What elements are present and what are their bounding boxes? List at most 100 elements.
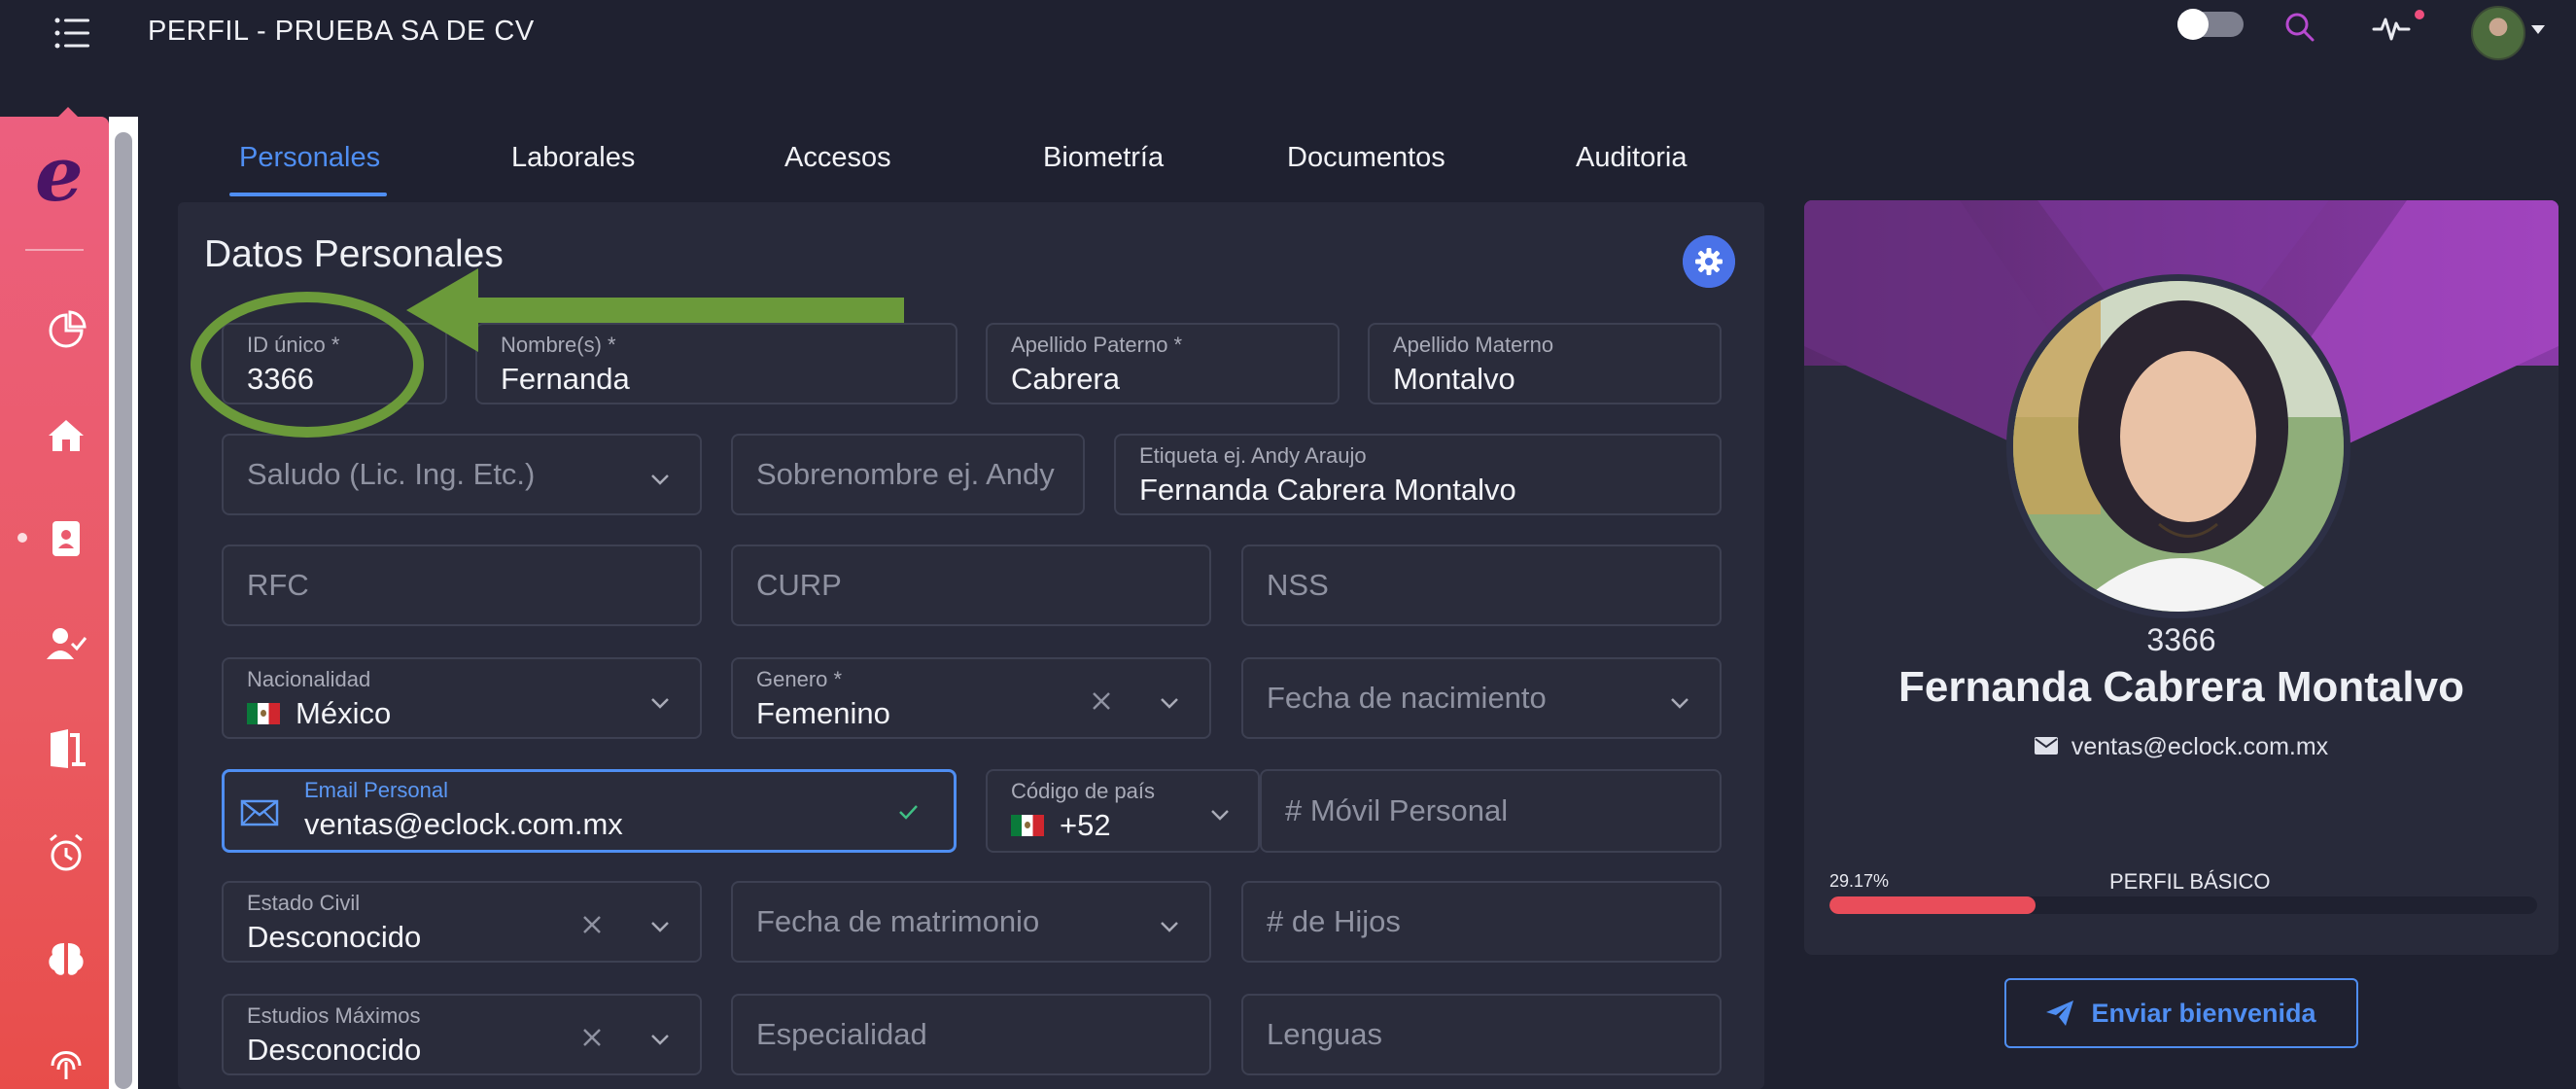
tab-auditoria[interactable]: Auditoria	[1576, 142, 1687, 200]
theme-toggle[interactable]	[2177, 9, 2244, 40]
profile-name: Fernanda Cabrera Montalvo	[1898, 663, 2464, 711]
saludo-select[interactable]: Saludo (Lic. Ing. Etc.)	[222, 434, 702, 515]
door-exit-icon[interactable]	[43, 725, 89, 772]
tab-accesos[interactable]: Accesos	[784, 142, 891, 200]
fingerprint-icon[interactable]	[43, 1036, 89, 1083]
field-value: Femenino	[756, 696, 890, 730]
apellido-paterno-field[interactable]: Apellido Paterno * Cabrera	[986, 323, 1340, 404]
chevron-down-icon	[1211, 810, 1229, 821]
profile-email: ventas@eclock.com.mx	[1804, 733, 2559, 761]
chevron-down-icon	[1161, 698, 1178, 709]
field-placeholder: Fecha de nacimiento	[1267, 681, 1547, 715]
lenguas-field[interactable]: Lenguas	[1241, 994, 1722, 1075]
send-welcome-label: Enviar bienvenida	[2091, 998, 2316, 1028]
chevron-down-icon	[1671, 698, 1688, 709]
progress-percent: 29.17%	[1829, 871, 1890, 891]
sobrenombre-field[interactable]: Sobrenombre ej. Andy	[731, 434, 1085, 515]
contact-card-icon[interactable]	[43, 515, 89, 562]
sidebar-notch	[58, 107, 78, 117]
fecha-nacimiento-select[interactable]: Fecha de nacimiento	[1241, 657, 1722, 739]
send-welcome-button[interactable]: Enviar bienvenida	[2004, 978, 2358, 1048]
tab-biometria[interactable]: Biometría	[1043, 142, 1164, 200]
nacionalidad-value: México	[296, 696, 392, 730]
envelope-icon	[240, 799, 279, 826]
field-label: Estudios Máximos	[247, 1003, 421, 1028]
toggle-knob	[2177, 9, 2209, 40]
apellido-materno-field[interactable]: Apellido Materno Montalvo	[1368, 323, 1722, 404]
tab-laborales[interactable]: Laborales	[511, 142, 635, 200]
movil-personal-field[interactable]: # Móvil Personal	[1260, 769, 1722, 853]
field-label: Genero *	[756, 667, 843, 691]
estado-civil-select[interactable]: Estado Civil Desconocido	[222, 881, 702, 963]
tab-documentos[interactable]: Documentos	[1287, 142, 1445, 200]
field-placeholder: Lenguas	[1267, 1017, 1382, 1051]
tab-personales[interactable]: Personales	[239, 142, 380, 200]
field-value: Montalvo	[1393, 362, 1515, 396]
field-label: Apellido Materno	[1393, 333, 1554, 357]
genero-select[interactable]: Genero * Femenino	[731, 657, 1211, 739]
list-menu-icon[interactable]	[52, 16, 91, 51]
codigo-pais-select[interactable]: Código de país +52	[986, 769, 1260, 853]
activity-icon[interactable]	[2372, 8, 2411, 47]
clear-icon[interactable]	[579, 912, 605, 937]
field-label: Apellido Paterno *	[1011, 333, 1183, 357]
sidebar-divider	[25, 249, 84, 251]
nss-field[interactable]: NSS	[1241, 544, 1722, 626]
field-value: Desconocido	[247, 1033, 422, 1067]
user-check-icon[interactable]	[43, 620, 89, 667]
fecha-matrimonio-select[interactable]: Fecha de matrimonio	[731, 881, 1211, 963]
brain-icon[interactable]	[43, 935, 89, 982]
field-placeholder: NSS	[1267, 568, 1329, 602]
caret-down-icon[interactable]	[2531, 25, 2545, 34]
user-avatar[interactable]	[2471, 6, 2525, 60]
home-icon[interactable]	[43, 412, 89, 459]
progress-title: PERFIL BÁSICO	[2109, 869, 2271, 894]
progress-fill	[1829, 896, 2036, 914]
chevron-down-icon	[1161, 922, 1178, 932]
clear-icon[interactable]	[1089, 688, 1114, 714]
chart-pie-icon[interactable]	[43, 307, 89, 354]
top-bar: PERFIL - PRUEBA SA DE CV	[0, 0, 2576, 68]
estudios-maximos-select[interactable]: Estudios Máximos Desconocido	[222, 994, 702, 1075]
field-placeholder: CURP	[756, 568, 842, 602]
highlight-arrow	[406, 268, 904, 352]
search-icon[interactable]	[2280, 8, 2319, 47]
checkmark-icon	[899, 805, 918, 820]
rfc-field[interactable]: RFC	[222, 544, 702, 626]
chevron-down-icon	[651, 922, 669, 932]
field-placeholder: Especialidad	[756, 1017, 927, 1051]
field-label: Etiqueta ej. Andy Araujo	[1139, 443, 1367, 468]
active-tab-indicator	[229, 193, 387, 196]
mexico-flag-icon	[247, 702, 280, 724]
app-logo[interactable]: e	[35, 136, 93, 214]
gear-icon[interactable]	[1683, 235, 1735, 288]
hijos-field[interactable]: # de Hijos	[1241, 881, 1722, 963]
especialidad-field[interactable]: Especialidad	[731, 994, 1211, 1075]
profile-progress-bar	[1829, 896, 2537, 914]
field-value: ventas@eclock.com.mx	[304, 807, 623, 841]
field-placeholder: Sobrenombre ej. Andy	[756, 457, 1055, 491]
chevron-down-icon	[651, 698, 669, 709]
etiqueta-field[interactable]: Etiqueta ej. Andy Araujo Fernanda Cabrer…	[1114, 434, 1722, 515]
email-personal-field[interactable]: Email Personal ventas@eclock.com.mx	[222, 769, 957, 853]
field-placeholder: # de Hijos	[1267, 904, 1401, 938]
nacionalidad-select[interactable]: Nacionalidad México	[222, 657, 702, 739]
alarm-clock-icon[interactable]	[43, 830, 89, 877]
active-indicator-dot	[17, 533, 27, 543]
curp-field[interactable]: CURP	[731, 544, 1211, 626]
scrollbar-thumb[interactable]	[115, 132, 132, 1089]
clear-icon[interactable]	[579, 1025, 605, 1050]
profile-photo-image	[2013, 281, 2344, 612]
codigo-pais-value: +52	[1060, 808, 1111, 842]
field-value: Fernanda Cabrera Montalvo	[1139, 473, 1516, 507]
paper-plane-icon	[2046, 1001, 2074, 1026]
field-placeholder: Fecha de matrimonio	[756, 904, 1040, 938]
profile-id: 3366	[2146, 622, 2216, 657]
field-label: Nacionalidad	[247, 667, 371, 691]
field-value: México	[247, 696, 391, 731]
field-value: Fernanda	[501, 362, 630, 396]
field-placeholder: RFC	[247, 568, 309, 602]
field-value: Cabrera	[1011, 362, 1120, 396]
field-value: +52	[1011, 808, 1111, 843]
profile-photo[interactable]	[2006, 274, 2350, 618]
